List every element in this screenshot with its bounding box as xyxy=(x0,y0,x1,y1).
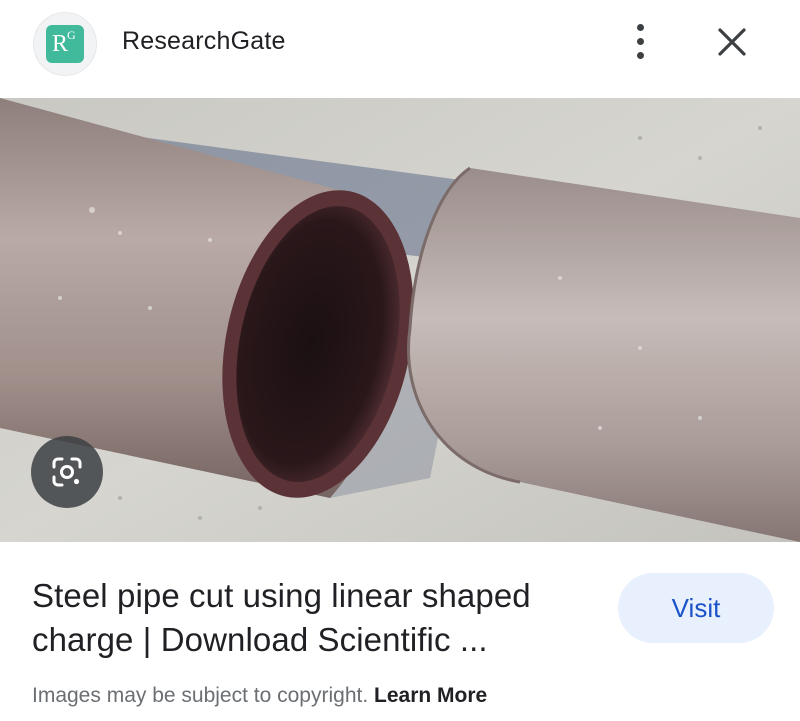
learn-more-link[interactable]: Learn More xyxy=(374,684,487,707)
logo-letter-g: G xyxy=(67,28,76,42)
result-title[interactable]: Steel pipe cut using linear shaped charg… xyxy=(32,574,592,662)
logo-letter-r: R xyxy=(52,31,69,57)
google-lens-button[interactable] xyxy=(31,436,103,508)
researchgate-logo[interactable]: R G xyxy=(33,12,97,76)
more-vert-icon-dot xyxy=(636,51,644,59)
header: R G ResearchGate xyxy=(0,0,800,98)
site-name[interactable]: ResearchGate xyxy=(122,25,286,57)
result-image[interactable] xyxy=(0,98,800,542)
close-button[interactable] xyxy=(710,20,754,64)
copyright-text: Images may be subject to copyright. xyxy=(32,684,369,707)
copyright-notice: Images may be subject to copyright. Lear… xyxy=(32,683,487,709)
more-options-button[interactable] xyxy=(620,18,660,64)
close-icon xyxy=(718,28,746,56)
more-vert-icon xyxy=(636,23,644,31)
more-vert-icon-dot xyxy=(636,37,644,45)
logo-tile: R G xyxy=(46,25,84,63)
pipe-photo xyxy=(0,98,800,542)
result-title-line1: Steel pipe cut using linear shaped xyxy=(32,577,531,614)
result-title-line2: charge | Download Scientific ... xyxy=(32,621,488,658)
visit-button[interactable]: Visit xyxy=(618,573,774,643)
google-lens-icon xyxy=(52,457,82,487)
